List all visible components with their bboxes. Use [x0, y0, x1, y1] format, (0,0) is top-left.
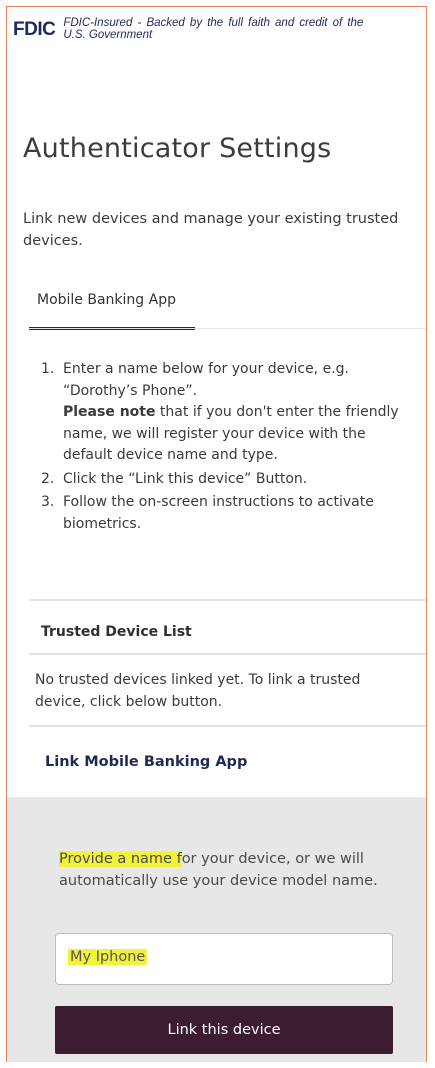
instruction-item: 3. Follow the on-screen instructions to …: [31, 492, 411, 535]
step-number: 2.: [41, 470, 55, 487]
page-frame: FDIC FDIC-Insured - Backed by the full f…: [6, 6, 427, 1062]
link-app-heading: Link Mobile Banking App: [45, 754, 248, 770]
step-text: Enter a name below for your device, e.g.…: [63, 361, 349, 399]
device-name-input[interactable]: My Iphone: [55, 933, 393, 985]
step-text: Follow the on-screen instructions to act…: [63, 494, 374, 532]
tab-mobile-banking-app[interactable]: Mobile Banking App: [29, 290, 195, 330]
device-name-value: My Iphone: [68, 949, 148, 965]
trusted-device-list-heading: Trusted Device List: [41, 624, 192, 640]
step-number: 3.: [41, 494, 55, 510]
prompt-highlight: Provide a name f: [59, 851, 182, 867]
device-name-prompt: Provide a name for your device, or we wi…: [59, 848, 399, 892]
fdic-banner: FDIC FDIC-Insured - Backed by the full f…: [13, 17, 363, 41]
section-divider: [29, 599, 426, 601]
page-subtitle: Link new devices and manage your existin…: [23, 211, 399, 249]
no-devices-message: No trusted devices linked yet. To link a…: [35, 672, 361, 710]
tab-label: Mobile Banking App: [37, 292, 176, 308]
step-number: 1.: [41, 361, 55, 377]
instruction-item: 2. Click the “Link this device” Button.: [31, 469, 411, 491]
step-note-bold: Please note: [63, 404, 156, 420]
fdic-tagline: FDIC-Insured - Backed by the full faith …: [63, 17, 364, 41]
instruction-item: 1. Enter a name below for your device, e…: [31, 359, 411, 467]
step-text: Click the “Link this device” Button.: [63, 470, 308, 487]
fdic-logo: FDIC: [13, 19, 56, 40]
tab-divider: [29, 328, 426, 329]
link-this-device-button[interactable]: Link this device: [55, 1006, 393, 1054]
instruction-list: 1. Enter a name below for your device, e…: [31, 359, 411, 537]
section-divider: [29, 653, 426, 655]
page-title: Authenticator Settings: [23, 133, 332, 164]
section-divider: [29, 725, 426, 727]
